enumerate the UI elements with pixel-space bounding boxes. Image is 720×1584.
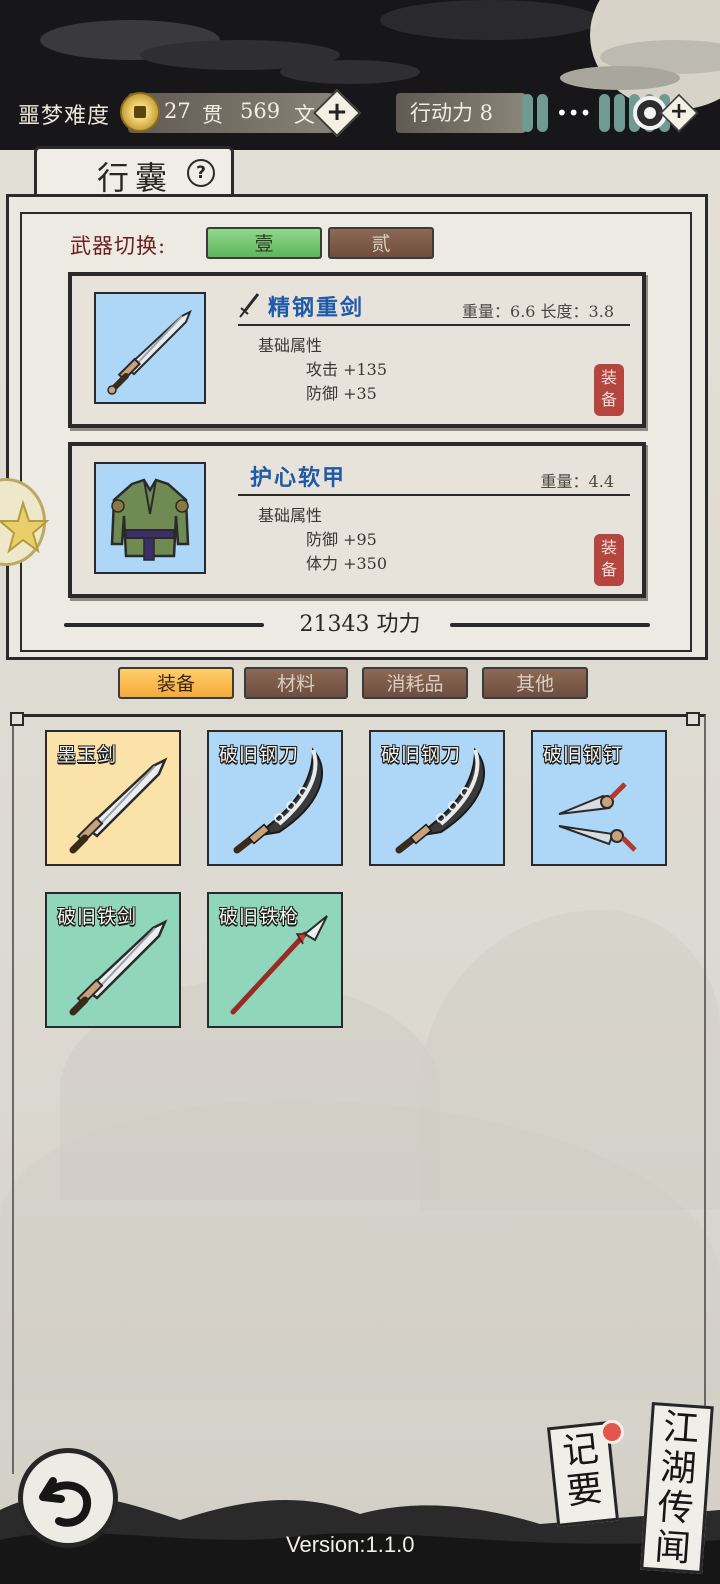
money-wen-unit: 文 (294, 103, 315, 127)
tab-consumables[interactable]: 消耗品 (362, 667, 468, 699)
money-guan-unit: 贯 (202, 103, 223, 127)
notes-label: 记要 (560, 1428, 605, 1513)
item-name: 破旧铁剑 (57, 906, 138, 928)
notification-dot (600, 1420, 624, 1444)
equip-stamp[interactable]: 装备 (594, 364, 624, 416)
tab-materials[interactable]: 材料 (244, 667, 348, 699)
page-title: 行囊 (97, 159, 174, 197)
inventory-slot[interactable]: 破旧钢刀 (207, 730, 343, 866)
rumors-label: 江湖传闻 (653, 1406, 701, 1571)
equip-stamp[interactable]: 装备 (594, 534, 624, 586)
attr-line: 防御 +95 (306, 530, 377, 549)
back-arrow-icon (39, 1477, 92, 1527)
corner-ornament (10, 712, 24, 726)
version-label: Version:1.1.0 (286, 1532, 415, 1557)
attr-section-label: 基础属性 (258, 336, 323, 355)
inventory-slot[interactable]: 破旧钢刀 (369, 730, 505, 866)
divider (64, 623, 264, 627)
equipped-armor-card[interactable]: 护心软甲 重量：4.4 基础属性 防御 +95 体力 +350 装备 (68, 442, 646, 598)
item-name: 破旧铁枪 (219, 906, 300, 928)
power-value: 21343 功力 (299, 612, 421, 637)
weapon-set-2-button[interactable]: 贰 (328, 227, 434, 259)
inventory-slot[interactable]: 墨玉剑 (45, 730, 181, 866)
divider (238, 324, 630, 326)
item-name: 精钢重剑 (268, 295, 365, 321)
weapon-switch-label: 武器切换: (70, 234, 167, 258)
divider (450, 623, 650, 627)
plus-icon: + (669, 99, 689, 124)
add-action-button[interactable]: + (659, 93, 699, 133)
inventory-slot[interactable]: 破旧铁剑 (45, 892, 181, 1028)
item-name: 破旧钢刀 (381, 744, 462, 766)
weapon-set-1-button[interactable]: 壹 (206, 227, 322, 259)
attr-line: 防御 +35 (306, 384, 377, 403)
item-name: 破旧钢刀 (219, 744, 300, 766)
item-name: 护心软甲 (250, 465, 347, 491)
plus-icon: + (326, 97, 348, 127)
attr-line: 体力 +350 (306, 554, 388, 573)
equipped-weapon-card[interactable]: 精钢重剑 重量：6.6 长度：3.8 基础属性 攻击 +135 防御 +35 装… (68, 272, 646, 428)
action-points: 行动力 8 (396, 93, 526, 133)
back-button[interactable] (18, 1448, 118, 1548)
add-money-button[interactable]: + (312, 88, 362, 138)
help-icon[interactable]: ? (187, 159, 215, 187)
sword-small-icon (239, 293, 260, 318)
rumors-button[interactable]: 江湖传闻 (640, 1402, 714, 1574)
money-wen-value: 569 (240, 99, 281, 123)
attr-section-label: 基础属性 (258, 506, 323, 525)
money-guan-value: 27 (164, 99, 191, 123)
item-name: 墨玉剑 (57, 744, 118, 766)
tab-equipment[interactable]: 装备 (118, 667, 234, 699)
sword-icon (94, 292, 206, 404)
inventory-slot[interactable]: 破旧铁枪 (207, 892, 343, 1028)
coin-icon (120, 92, 160, 132)
side-badge-icon[interactable] (0, 478, 49, 566)
item-name: 破旧钢钉 (543, 744, 624, 766)
difficulty-label: 噩梦难度 (18, 104, 111, 129)
item-meta: 重量：4.4 (540, 472, 614, 491)
corner-ornament (686, 712, 700, 726)
bag-tab: 行囊 ? (34, 146, 234, 197)
armor-icon (94, 462, 206, 574)
tab-others[interactable]: 其他 (482, 667, 588, 699)
inventory-slot[interactable]: 破旧钢钉 (531, 730, 667, 866)
attr-line: 攻击 +135 (306, 360, 388, 379)
divider (238, 494, 630, 496)
item-meta: 重量：6.6 长度：3.8 (462, 302, 614, 321)
